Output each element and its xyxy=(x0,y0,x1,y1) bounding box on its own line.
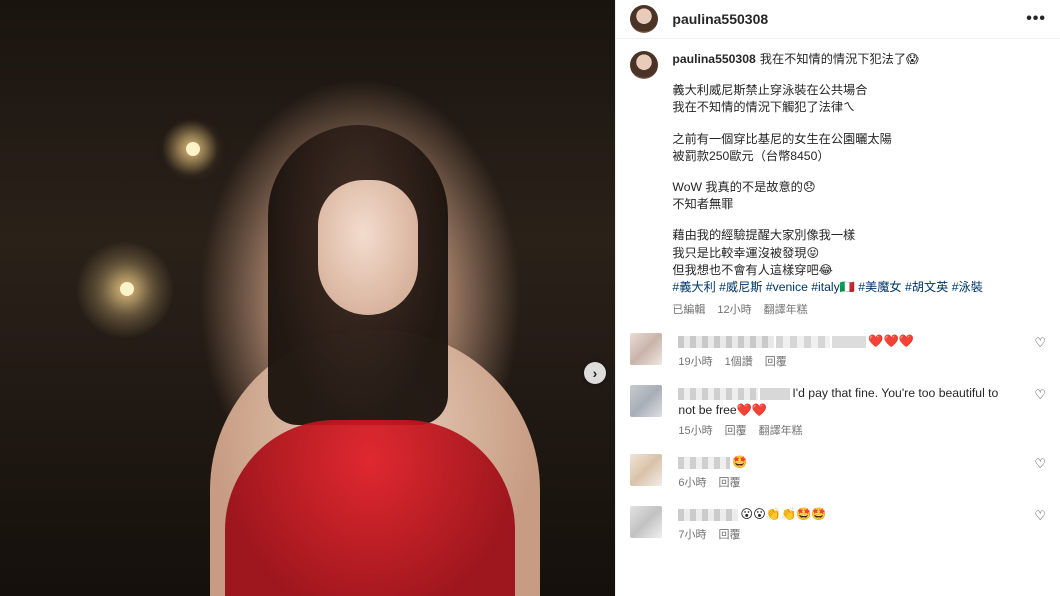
caption-line: 但我想也不會有人這樣穿吧😂 xyxy=(672,262,833,277)
comment-text: ❤️❤️❤️ xyxy=(868,334,914,349)
comment-meta: 15小時 回覆 翻譯年糕 xyxy=(678,423,1018,440)
avatar[interactable] xyxy=(630,5,659,33)
blurred-username[interactable] xyxy=(678,457,731,470)
blurred-username[interactable] xyxy=(678,509,739,522)
blurred-text xyxy=(760,388,791,401)
reply-button[interactable]: 回覆 xyxy=(719,529,741,541)
comment-avatar[interactable] xyxy=(630,454,663,487)
caption-line: 我在不知情的情況下觸犯了法律ㄟ xyxy=(672,100,856,115)
caption-paragraph: 藉由我的經驗提醒大家別像我一樣 我只是比較幸運沒被發現😝 但我想也不會有人這樣穿… xyxy=(672,227,982,279)
comment-meta: 6小時 回覆 xyxy=(678,475,1018,492)
gondola-lamp xyxy=(120,282,134,296)
comment-time[interactable]: 19小時 xyxy=(678,356,712,368)
reply-button[interactable]: 回覆 xyxy=(719,477,741,489)
heart-outline-icon[interactable]: ♡ xyxy=(1034,335,1046,351)
blurred-username[interactable] xyxy=(678,388,759,401)
blurred-text xyxy=(832,336,867,349)
see-translation-link[interactable]: 翻譯年糕 xyxy=(759,425,803,437)
caption: paulina550308 我在不知情的情況下犯法了😱 義大利威尼斯禁止穿泳裝在公… xyxy=(630,51,1046,319)
caption-avatar[interactable] xyxy=(630,51,659,79)
heart-outline-icon[interactable]: ♡ xyxy=(1034,387,1046,403)
street-lamp xyxy=(186,142,200,156)
heart-outline-icon[interactable]: ♡ xyxy=(1034,508,1046,524)
caption-meta: 已編輯 12小時 翻譯年糕 xyxy=(672,302,982,319)
caption-line: 之前有一個穿比基尼的女生在公園曬太陽 xyxy=(672,131,892,146)
next-photo-button[interactable]: › xyxy=(584,362,606,384)
chevron-right-icon: › xyxy=(592,365,598,381)
comment-text: 🤩 xyxy=(732,455,748,470)
post-side-panel: paulina550308 ••• paulina550308 我在不知情的情況下… xyxy=(615,0,1060,596)
comment-avatar[interactable] xyxy=(630,385,663,418)
caption-line: 被罰款250歐元（台幣8450） xyxy=(672,148,830,163)
caption-username[interactable]: paulina550308 xyxy=(672,52,755,66)
comments-scroll[interactable]: paulina550308 我在不知情的情況下犯法了😱 義大利威尼斯禁止穿泳裝在公… xyxy=(616,39,1060,544)
comment-item: I'd pay that fine. You're too beautiful … xyxy=(630,385,1046,440)
post-photo: › xyxy=(0,0,616,596)
caption-line: 藉由我的經驗提醒大家別像我一樣 xyxy=(672,228,856,243)
comment-likes[interactable]: 1個讚 xyxy=(725,356,753,368)
caption-line: WoW 我真的不是故意的😞 xyxy=(672,180,816,195)
comment-text: 😮😮👏👏🤩🤩 xyxy=(740,507,827,522)
caption-body: paulina550308 我在不知情的情況下犯法了😱 義大利威尼斯禁止穿泳裝在公… xyxy=(672,51,982,319)
comment-meta: 19小時 1個讚 回覆 xyxy=(678,354,1018,371)
comment-item: ❤️❤️❤️ 19小時 1個讚 回覆 ♡ xyxy=(630,333,1046,371)
reply-button[interactable]: 回覆 xyxy=(725,425,747,437)
caption-line: 我只是比較幸運沒被發現😝 xyxy=(672,245,820,260)
more-horizontal-icon[interactable]: ••• xyxy=(1026,10,1046,28)
comment-meta: 7小時 回覆 xyxy=(678,527,1018,544)
caption-line: 義大利威尼斯禁止穿泳裝在公共場合 xyxy=(672,83,868,98)
blurred-username[interactable] xyxy=(678,336,775,349)
blurred-text xyxy=(776,336,831,349)
comment-avatar[interactable] xyxy=(630,333,663,366)
caption-line: 不知者無罪 xyxy=(672,197,734,212)
comment-item: 🤩 6小時 回覆 ♡ xyxy=(630,454,1046,492)
caption-paragraph: 義大利威尼斯禁止穿泳裝在公共場合 我在不知情的情況下觸犯了法律ㄟ xyxy=(672,82,982,116)
header-username[interactable]: paulina550308 xyxy=(672,11,768,27)
comment-time[interactable]: 6小時 xyxy=(678,477,706,489)
see-translation-link[interactable]: 翻譯年糕 xyxy=(764,304,808,316)
comment-item: 😮😮👏👏🤩🤩 7小時 回覆 ♡ xyxy=(630,506,1046,544)
photo-subject-dress xyxy=(225,420,515,596)
edited-label: 已編輯 xyxy=(672,304,706,317)
photo-subject-face xyxy=(318,180,418,315)
comment-time[interactable]: 15小時 xyxy=(678,425,712,437)
post-header: paulina550308 ••• xyxy=(616,0,1060,39)
comment-avatar[interactable] xyxy=(630,506,663,539)
caption-paragraph: WoW 我真的不是故意的😞 不知者無罪 xyxy=(672,179,982,213)
comment-time[interactable]: 7小時 xyxy=(678,529,706,541)
caption-hashtags[interactable]: #義大利 #威尼斯 #venice #italy🇮🇹 #美魔女 #胡文英 #泳裝 xyxy=(672,279,982,296)
caption-first-line: 我在不知情的情況下犯法了😱 xyxy=(759,52,919,66)
caption-paragraph: 之前有一個穿比基尼的女生在公園曬太陽 被罰款250歐元（台幣8450） xyxy=(672,131,982,165)
caption-time[interactable]: 12小時 xyxy=(717,304,751,316)
reply-button[interactable]: 回覆 xyxy=(765,356,787,368)
heart-outline-icon[interactable]: ♡ xyxy=(1034,456,1046,472)
